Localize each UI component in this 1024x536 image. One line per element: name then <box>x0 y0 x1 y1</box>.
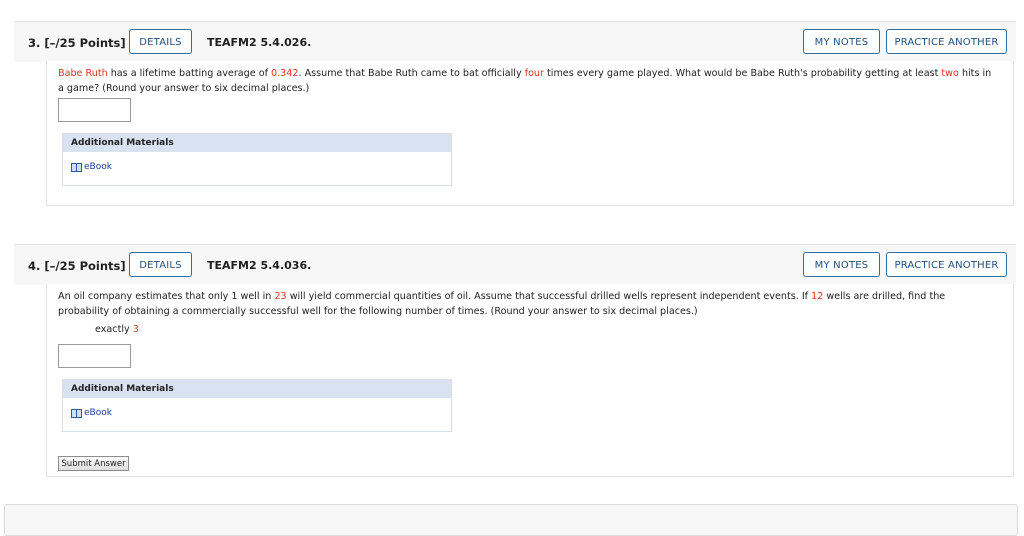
ebook-label: eBook <box>84 408 112 418</box>
question-4-id: TEAFM2 5.4.036. <box>207 259 312 272</box>
question-4-body: An oil company estimates that only 1 wel… <box>46 284 1014 477</box>
ebook-link[interactable]: eBook <box>71 162 112 172</box>
details-button[interactable]: DETAILS <box>129 252 192 277</box>
ebook-link[interactable]: eBook <box>71 408 112 418</box>
bottom-panel <box>4 504 1018 536</box>
question-3-header: 3. [–/25 Points] DETAILS TEAFM2 5.4.026.… <box>14 21 1016 62</box>
question-3-body: Babe Ruth has a lifetime batting average… <box>46 61 1014 206</box>
question-4-part-label: exactly 3 <box>95 324 139 335</box>
additional-materials-panel: Additional Materials eBook <box>62 379 452 432</box>
my-notes-button[interactable]: MY NOTES <box>803 29 880 54</box>
ebook-label: eBook <box>84 162 112 172</box>
question-3-text: Babe Ruth has a lifetime batting average… <box>58 68 992 94</box>
details-button[interactable]: DETAILS <box>129 29 192 54</box>
my-notes-button[interactable]: MY NOTES <box>803 252 880 277</box>
book-icon <box>71 408 82 418</box>
practice-another-button[interactable]: PRACTICE ANOTHER <box>886 252 1007 277</box>
question-4-text: An oil company estimates that only 1 wel… <box>58 291 946 317</box>
additional-materials-heading: Additional Materials <box>63 134 451 152</box>
question-3-points: 3. [–/25 Points] <box>28 36 126 50</box>
question-3-id: TEAFM2 5.4.026. <box>207 36 312 49</box>
additional-materials-panel: Additional Materials eBook <box>62 133 452 186</box>
submit-answer-button[interactable]: Submit Answer <box>58 456 129 471</box>
practice-another-button[interactable]: PRACTICE ANOTHER <box>886 29 1007 54</box>
additional-materials-heading: Additional Materials <box>63 380 451 398</box>
answer-input[interactable] <box>58 344 131 368</box>
answer-input[interactable] <box>58 98 131 122</box>
book-icon <box>71 162 82 172</box>
question-4-points: 4. [–/25 Points] <box>28 259 126 273</box>
question-4-header: 4. [–/25 Points] DETAILS TEAFM2 5.4.036.… <box>14 244 1016 285</box>
